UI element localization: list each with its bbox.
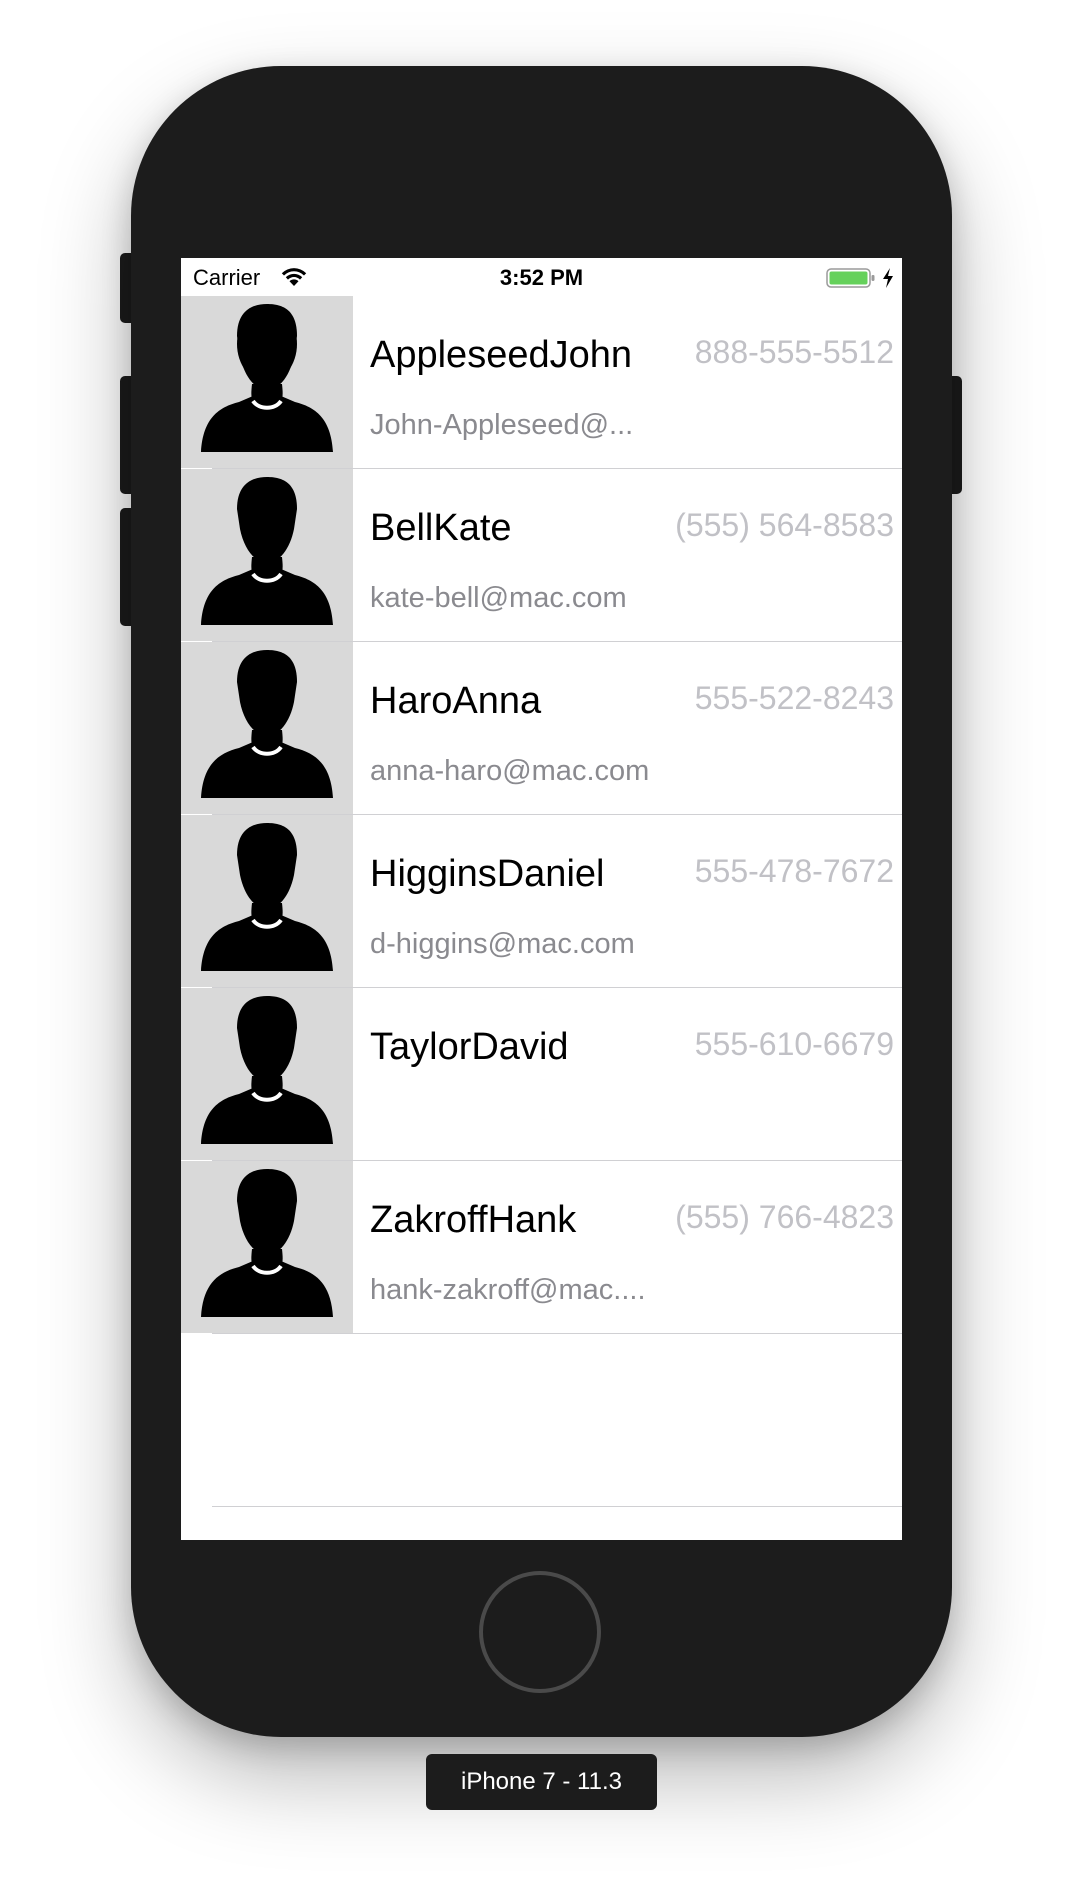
contact-row[interactable]: AppleseedJohn 888-555-5512 John-Applesee… bbox=[181, 296, 902, 469]
contact-phone: (555) 564-8583 bbox=[675, 507, 894, 543]
status-bar: Carrier 3:52 PM bbox=[181, 258, 902, 296]
contact-name: HigginsDaniel bbox=[370, 853, 605, 895]
device-name-label: iPhone 7 - 11.3 bbox=[426, 1754, 657, 1810]
contact-list[interactable]: AppleseedJohn 888-555-5512 John-Applesee… bbox=[181, 296, 902, 1507]
person-silhouette-icon bbox=[181, 296, 353, 468]
phone-screen: Carrier 3:52 PM AppleseedJohn 888-555-55… bbox=[181, 258, 902, 1540]
contact-row[interactable]: ZakroffHank (555) 766-4823 hank-zakroff@… bbox=[181, 1161, 902, 1334]
contact-email: kate-bell@mac.com bbox=[370, 582, 627, 614]
battery-icon bbox=[826, 268, 875, 288]
person-silhouette-icon bbox=[181, 1161, 353, 1333]
contact-name: ZakroffHank bbox=[370, 1199, 577, 1241]
contact-phone: (555) 766-4823 bbox=[675, 1199, 894, 1235]
person-silhouette-icon bbox=[181, 469, 353, 641]
contact-email: anna-haro@mac.com bbox=[370, 755, 650, 787]
contact-name: TaylorDavid bbox=[370, 1026, 569, 1068]
contact-row[interactable]: BellKate (555) 564-8583 kate-bell@mac.co… bbox=[181, 469, 902, 642]
charging-bolt-icon bbox=[883, 268, 893, 288]
person-silhouette-icon bbox=[181, 642, 353, 814]
contact-phone: 888-555-5512 bbox=[694, 334, 894, 370]
contact-name: AppleseedJohn bbox=[370, 334, 632, 376]
contact-email: hank-zakroff@mac.... bbox=[370, 1274, 646, 1306]
contact-name: HaroAnna bbox=[370, 680, 542, 722]
contact-row[interactable]: TaylorDavid 555-610-6679 bbox=[181, 988, 902, 1161]
contact-row[interactable]: HigginsDaniel 555-478-7672 d-higgins@mac… bbox=[181, 815, 902, 988]
empty-table-row bbox=[181, 1334, 902, 1507]
contact-phone: 555-610-6679 bbox=[694, 1026, 894, 1062]
contact-email: John-Appleseed@... bbox=[370, 409, 634, 441]
person-silhouette-icon bbox=[181, 815, 353, 987]
home-button[interactable] bbox=[479, 1571, 601, 1693]
contact-email: d-higgins@mac.com bbox=[370, 928, 635, 960]
person-silhouette-icon bbox=[181, 988, 353, 1160]
contact-name: BellKate bbox=[370, 507, 512, 549]
contact-row[interactable]: HaroAnna 555-522-8243 anna-haro@mac.com bbox=[181, 642, 902, 815]
simulator-stage: Carrier 3:52 PM AppleseedJohn 888-555-55… bbox=[0, 0, 1088, 1902]
clock-label: 3:52 PM bbox=[499, 265, 584, 290]
contact-phone: 555-522-8243 bbox=[694, 680, 894, 716]
contact-phone: 555-478-7672 bbox=[694, 853, 894, 889]
